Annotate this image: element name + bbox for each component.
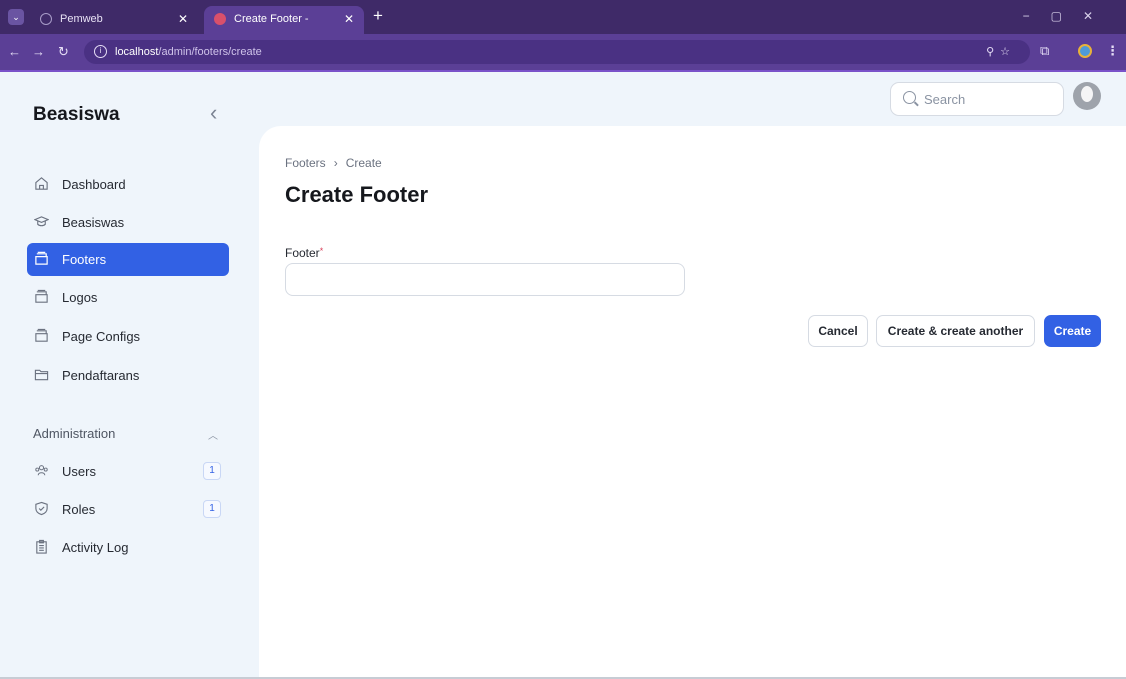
- sidebar-item-pendaftarans[interactable]: Pendaftarans: [27, 359, 229, 392]
- tab-search-button[interactable]: ⌄: [8, 9, 24, 25]
- clipboard-list-icon: [36, 539, 47, 554]
- archive-box-icon: [35, 328, 48, 342]
- sidebar-item-label: Footers: [62, 252, 107, 267]
- heart-icon: [214, 13, 226, 25]
- sidebar-item-label: Page Configs: [62, 329, 141, 344]
- required-marker: *: [319, 246, 324, 256]
- graduation-cap-icon: [34, 216, 49, 227]
- chevron-up-icon[interactable]: ︿: [208, 427, 218, 442]
- sidebar-group-administration[interactable]: Administration: [33, 426, 115, 441]
- sidebar-item-label: Logos: [62, 290, 98, 305]
- sidebar-item-logos[interactable]: Logos: [27, 281, 229, 314]
- sidebar-item-label: Beasiswas: [62, 215, 125, 230]
- archive-box-icon: [35, 251, 48, 265]
- close-icon[interactable]: ✕: [344, 6, 354, 32]
- url-path: /admin/footers/create: [158, 46, 262, 58]
- user-avatar[interactable]: [1073, 82, 1101, 110]
- footer-field-label: Footer*: [285, 246, 323, 260]
- toolbar-divider: [0, 70, 1126, 72]
- globe-icon: [40, 13, 52, 25]
- sidebar-item-users[interactable]: Users: [27, 455, 229, 488]
- home-icon: [35, 177, 48, 190]
- search-placeholder: Search: [924, 92, 966, 107]
- browser-menu-icon[interactable]: ⋮: [1106, 43, 1119, 59]
- archive-box-icon: [35, 289, 48, 303]
- chevron-right-icon: ›: [333, 156, 338, 170]
- reload-icon[interactable]: ↻: [58, 44, 69, 60]
- users-count-badge: 1: [203, 462, 221, 480]
- sidebar-item-roles[interactable]: Roles: [27, 493, 229, 526]
- sidebar-item-page-configs[interactable]: Page Configs: [27, 320, 229, 353]
- footer-label-text: Footer: [285, 246, 320, 260]
- browser-tab-pemweb[interactable]: Pemweb ✕: [30, 6, 198, 34]
- shield-check-icon: [35, 501, 48, 516]
- url-host: localhost: [115, 46, 159, 58]
- forward-icon[interactable]: →: [32, 44, 45, 59]
- sidebar-item-label: Roles: [62, 502, 96, 517]
- browser-tab-create-footer[interactable]: Create Footer - Beasiswa ✕: [204, 6, 364, 51]
- tab-title: Pemweb: [60, 13, 103, 25]
- sidebar-item-dashboard[interactable]: Dashboard: [27, 168, 229, 201]
- roles-count-badge: 1: [203, 500, 221, 518]
- page-title: Create Footer: [285, 182, 429, 207]
- footer-input[interactable]: [285, 263, 685, 296]
- url-field[interactable]: i localhost/admin/footers/create ⚲☆: [84, 40, 1030, 64]
- breadcrumb: Footers › Create: [285, 156, 382, 170]
- breadcrumb-footers-link[interactable]: Footers: [285, 156, 326, 170]
- sidebar-item-footers[interactable]: Footers: [27, 243, 229, 276]
- profile-icon[interactable]: [1078, 44, 1092, 58]
- cancel-button[interactable]: Cancel: [808, 315, 868, 347]
- close-icon[interactable]: ✕: [178, 6, 188, 32]
- sidebar-item-label: Users: [62, 464, 96, 479]
- window-controls[interactable]: −▢✕: [1023, 9, 1114, 23]
- collapse-sidebar-icon[interactable]: ‹: [210, 100, 217, 126]
- browser-tab-bar: ⌄ Pemweb ✕ Create Footer - Beasiswa ✕ + …: [0, 0, 1126, 51]
- browser-address-bar: ← → ↻ i localhost/admin/footers/create ⚲…: [0, 34, 1126, 70]
- sidebar-item-label: Dashboard: [62, 177, 126, 192]
- back-icon[interactable]: ←: [8, 44, 21, 59]
- search-icon: [903, 91, 916, 104]
- create-and-create-another-button[interactable]: Create & create another: [876, 315, 1035, 347]
- create-button[interactable]: Create: [1044, 315, 1101, 347]
- folder-icon: [34, 369, 49, 381]
- breadcrumb-current: Create: [345, 156, 382, 170]
- search-input[interactable]: Search: [890, 82, 1064, 116]
- extensions-icon[interactable]: ⧉: [1040, 43, 1049, 59]
- new-tab-button[interactable]: +: [373, 6, 383, 26]
- sidebar-item-activity-log[interactable]: Activity Log: [27, 531, 229, 564]
- url-text: localhost/admin/footers/create: [115, 46, 262, 58]
- main-content-panel: [259, 126, 1126, 679]
- users-icon: [35, 465, 48, 476]
- app-brand[interactable]: Beasiswa: [33, 104, 120, 126]
- sidebar-item-label: Pendaftarans: [62, 368, 140, 383]
- zoom-bookmark-icons[interactable]: ⚲☆: [986, 45, 1016, 58]
- sidebar-item-label: Activity Log: [62, 540, 129, 555]
- site-info-icon[interactable]: i: [94, 45, 107, 58]
- sidebar-item-beasiswas[interactable]: Beasiswas: [27, 206, 229, 239]
